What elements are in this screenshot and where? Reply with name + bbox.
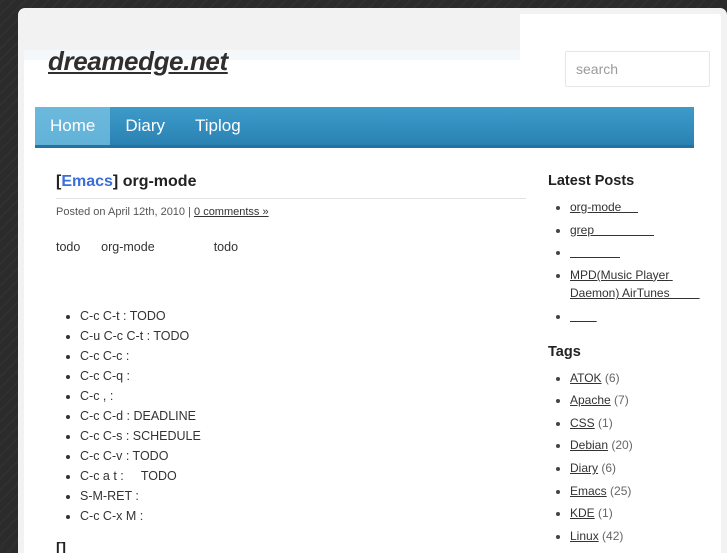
latest-post-link[interactable]: [570, 245, 620, 259]
next-post-title: []: [56, 540, 526, 553]
list-item: C-c C-t : TODO: [80, 306, 526, 326]
site-header: dreamedge.net: [24, 14, 721, 100]
list-item: Linux (42): [570, 527, 713, 546]
sidebar: Latest Posts org-mode grep MPD(Music Pla…: [548, 173, 713, 553]
tag-link[interactable]: KDE: [570, 506, 595, 520]
tag-count: (6): [604, 370, 620, 385]
browser-page-frame: dreamedge.net Home Diary Tiplog [Emacs] …: [18, 8, 727, 553]
content-area: [Emacs] org-mode Posted on April 12th, 2…: [24, 151, 721, 553]
latest-posts-list: org-mode grep MPD(Music Player Daemon) A…: [548, 198, 713, 326]
tag-count: (20): [611, 438, 633, 453]
list-item: C-c C-d : DEADLINE: [80, 406, 526, 426]
latest-posts-heading: Latest Posts: [548, 173, 635, 189]
tag-link[interactable]: Emacs: [570, 484, 607, 498]
tags-heading: Tags: [548, 343, 581, 360]
post-category-link[interactable]: Emacs: [61, 173, 113, 190]
tag-link[interactable]: ATOK: [570, 371, 602, 385]
list-item: C-c C-q :: [80, 366, 526, 386]
list-item: Debian (20): [570, 436, 713, 455]
post-date: Posted on April 12th, 2010 |: [56, 205, 195, 218]
tag-count: (6): [601, 460, 617, 475]
latest-post-link[interactable]: MPD(Music Player Daemon) AirTunes: [570, 268, 700, 301]
list-item: MPD(Music Player Daemon) AirTunes: [570, 266, 713, 303]
nav-item-home[interactable]: Home: [35, 107, 111, 145]
tag-link[interactable]: CSS: [570, 416, 595, 430]
tag-link[interactable]: Diary: [570, 461, 598, 475]
keybinding-list: C-c C-t : TODO C-u C-c C-t : TODO C-c C-…: [56, 306, 526, 526]
tag-count: (42): [602, 528, 624, 543]
tag-link[interactable]: Apache: [570, 393, 611, 407]
tag-count: (1): [598, 506, 613, 521]
list-item: Diary (6): [570, 459, 713, 478]
list-item: KDE (1): [570, 504, 713, 523]
search-input[interactable]: [565, 51, 710, 87]
list-item: org-mode: [570, 198, 713, 217]
list-item: ATOK (6): [570, 369, 713, 388]
main-navigation: Home Diary Tiplog: [35, 107, 694, 148]
list-item: C-c , :: [80, 386, 526, 406]
post-title: [Emacs] org-mode: [56, 173, 526, 199]
tag-count: (1): [598, 415, 613, 430]
list-item: C-c C-v : TODO: [80, 446, 526, 466]
search-form: [565, 51, 710, 87]
tags-list: ATOK (6) Apache (7) CSS (1) Debian (20) …: [548, 369, 713, 553]
list-item: C-c a t : TODO: [80, 466, 526, 486]
latest-post-link[interactable]: [570, 309, 597, 323]
site-title[interactable]: dreamedge.net: [48, 46, 228, 77]
list-item: CSS (1): [570, 414, 713, 433]
list-item: Apache (7): [570, 391, 713, 410]
post-title-text: org-mode: [122, 173, 197, 190]
nav-item-diary[interactable]: Diary: [110, 107, 180, 145]
list-item: C-c C-c :: [80, 346, 526, 366]
latest-post-link[interactable]: grep: [570, 223, 654, 237]
list-item: Mac (2): [570, 549, 713, 553]
list-item: C-c C-x M :: [80, 506, 526, 526]
list-item: [570, 307, 713, 326]
list-item: grep: [570, 221, 713, 240]
tag-link[interactable]: Debian: [570, 438, 608, 452]
post-comments-link[interactable]: 0 commentss »: [194, 206, 269, 218]
list-item: Emacs (25): [570, 482, 713, 501]
tag-link[interactable]: Linux: [570, 529, 599, 543]
latest-post-link[interactable]: org-mode: [570, 200, 638, 214]
post-paragraph: todo org-mode todo: [56, 239, 239, 254]
post-meta: Posted on April 12th, 2010 | 0 commentss…: [56, 206, 526, 218]
next-post-bracket-close: ]: [61, 540, 75, 553]
list-item: C-c C-s : SCHEDULE: [80, 426, 526, 446]
header-gray-panel: [24, 14, 520, 50]
tag-count: (25): [610, 483, 632, 498]
nav-item-tiplog[interactable]: Tiplog: [180, 107, 256, 145]
tag-count: (7): [614, 393, 629, 408]
post-title-bracket-close: ]: [112, 173, 123, 190]
main-column: [Emacs] org-mode Posted on April 12th, 2…: [56, 173, 526, 553]
site-container: dreamedge.net Home Diary Tiplog [Emacs] …: [24, 14, 721, 553]
list-item: C-u C-c C-t : TODO: [80, 326, 526, 346]
list-item: S-M-RET :: [80, 486, 526, 506]
list-item: [570, 243, 713, 262]
